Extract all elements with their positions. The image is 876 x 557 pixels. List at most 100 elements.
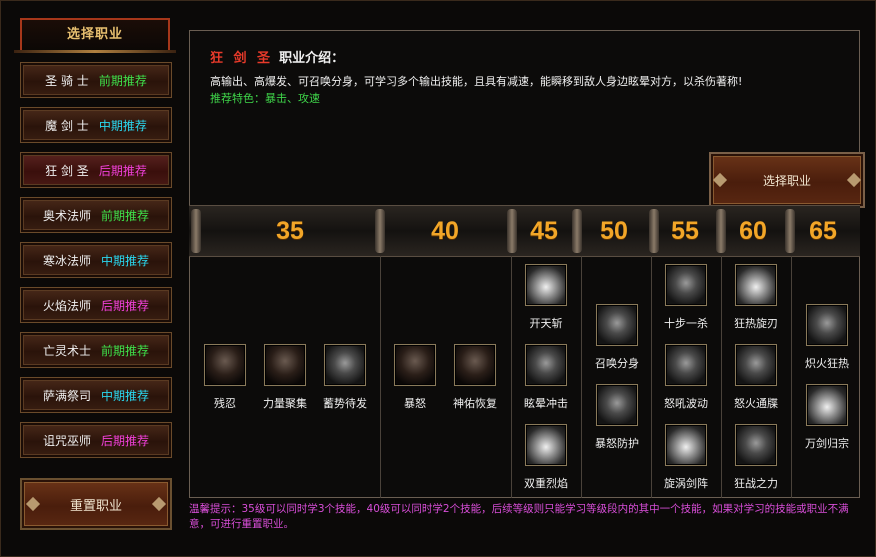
- class-button-berserker[interactable]: 狂 剑 圣后期推荐: [20, 152, 172, 188]
- class-description: 高输出、高爆发、可召唤分身，可学习多个输出技能，且具有减速，能瞬移到敌人身边眩晕…: [210, 75, 743, 88]
- select-class-button[interactable]: 选择职业: [709, 152, 865, 208]
- skill-name: 神佑恢复: [453, 397, 497, 410]
- class-button-arcane-mage[interactable]: 奥术法师 前期推荐: [20, 197, 172, 233]
- skill-column-35: 残忍 力量聚集 蓄势待发: [189, 256, 380, 498]
- class-button-shaman[interactable]: 萨满祭司 中期推荐: [20, 377, 172, 413]
- skill-charge-up[interactable]: 蓄势待发: [315, 344, 375, 411]
- level-35: 35: [276, 216, 304, 245]
- class-tag: 前期推荐: [101, 343, 150, 358]
- skill-name: 力量聚集: [263, 397, 307, 410]
- skill-summon-clone[interactable]: 召唤分身: [587, 304, 647, 371]
- skill-icon: [735, 264, 777, 306]
- skill-name: 怒吼波动: [664, 397, 708, 410]
- skill-double-flame[interactable]: 双重烈焰: [516, 424, 576, 491]
- skill-column-55: 十步一杀 怒吼波动 旋涡剑阵: [651, 256, 721, 498]
- skill-power-gather[interactable]: 力量聚集: [255, 344, 315, 411]
- skill-icon: [596, 384, 638, 426]
- skill-icon: [596, 304, 638, 346]
- skill-roar-wave[interactable]: 怒吼波动: [656, 344, 716, 411]
- select-class-label: 选择职业: [762, 173, 811, 188]
- skill-icon: [735, 424, 777, 466]
- bar-knot: [191, 209, 201, 253]
- level-60: 60: [739, 216, 767, 245]
- class-list: 圣 骑 士前期推荐 魔 剑 士中期推荐 狂 剑 圣后期推荐 奥术法师 前期推荐 寒…: [20, 62, 172, 467]
- title-divider: [14, 50, 176, 53]
- skill-blazing-frenzy[interactable]: 炽火狂热: [797, 304, 857, 371]
- gem-ornament: [151, 496, 167, 512]
- class-name: 诅咒巫师: [42, 433, 91, 448]
- class-name: 萨满祭司: [42, 388, 91, 403]
- gem-ornament: [846, 172, 862, 188]
- skill-icon: [806, 304, 848, 346]
- class-button-frost-mage[interactable]: 寒冰法师 中期推荐: [20, 242, 172, 278]
- skill-divine-recovery[interactable]: 神佑恢复: [445, 344, 505, 411]
- class-name: 亡灵术士: [42, 343, 91, 358]
- skill-name: 召唤分身: [595, 357, 639, 370]
- skill-icon: [665, 344, 707, 386]
- recommended-features: 推荐特色：暴击、攻速: [210, 92, 320, 105]
- selected-class-name: 狂 剑 圣: [210, 51, 274, 66]
- level-40: 40: [431, 216, 459, 245]
- skill-icon: [665, 264, 707, 306]
- class-name: 魔 剑 士: [45, 118, 89, 133]
- skill-name: 旋涡剑阵: [664, 477, 708, 490]
- level-55: 55: [671, 216, 699, 245]
- class-button-magic-swordsman[interactable]: 魔 剑 士中期推荐: [20, 107, 172, 143]
- skill-name: 怒火通牒: [734, 397, 778, 410]
- class-tag: 前期推荐: [98, 73, 147, 88]
- skill-name: 眩晕冲击: [524, 397, 568, 410]
- skill-icon: [525, 344, 567, 386]
- class-button-curse-wizard[interactable]: 诅咒巫师 后期推荐: [20, 422, 172, 458]
- bar-knot: [507, 209, 517, 253]
- bar-knot: [375, 209, 385, 253]
- skill-war-might[interactable]: 狂战之力: [726, 424, 786, 491]
- skill-name: 炽火狂热: [805, 357, 849, 370]
- skill-name: 暴怒防护: [595, 437, 639, 450]
- level-50: 50: [600, 216, 628, 245]
- gem-ornament: [25, 496, 41, 512]
- class-name: 火焰法师: [42, 298, 91, 313]
- class-button-paladin[interactable]: 圣 骑 士前期推荐: [20, 62, 172, 98]
- skill-vortex-sword[interactable]: 旋涡剑阵: [656, 424, 716, 491]
- class-button-necromancer[interactable]: 亡灵术士 前期推荐: [20, 332, 172, 368]
- class-list-title: 选择职业: [20, 18, 170, 52]
- skill-stun-strike[interactable]: 眩晕冲击: [516, 344, 576, 411]
- class-name: 狂 剑 圣: [45, 163, 89, 178]
- skill-name: 残忍: [214, 397, 236, 410]
- skill-column-65: 炽火狂热 万剑归宗: [791, 256, 860, 498]
- skill-name: 暴怒: [404, 397, 426, 410]
- skill-ten-step-kill[interactable]: 十步一杀: [656, 264, 716, 331]
- skill-heaven-split[interactable]: 开天斩: [516, 264, 576, 331]
- skill-name: 十步一杀: [664, 317, 708, 330]
- skill-rage[interactable]: 暴怒: [385, 344, 445, 411]
- intro-heading: 狂 剑 圣职业介绍：: [210, 47, 344, 66]
- skill-cruelty[interactable]: 残忍: [195, 344, 255, 411]
- skill-column-45: 开天斩 眩晕冲击 双重烈焰: [511, 256, 581, 498]
- skill-icon: [394, 344, 436, 386]
- skill-ten-thousand-swords[interactable]: 万剑归宗: [797, 384, 857, 451]
- skill-fury-ultimatum[interactable]: 怒火通牒: [726, 344, 786, 411]
- class-tag: 中期推荐: [101, 388, 150, 403]
- class-tag: 后期推荐: [101, 433, 150, 448]
- skill-rage-guard[interactable]: 暴怒防护: [587, 384, 647, 451]
- class-tag: 后期推荐: [101, 298, 150, 313]
- skill-frenzy-blade[interactable]: 狂热旋刃: [726, 264, 786, 331]
- skill-icon: [806, 384, 848, 426]
- class-name: 寒冰法师: [42, 253, 91, 268]
- skill-icon: [204, 344, 246, 386]
- level-bar: 35 40 45 50 55 60 65: [189, 205, 860, 257]
- class-tag: 中期推荐: [101, 253, 150, 268]
- skill-name: 双重烈焰: [524, 477, 568, 490]
- class-tag: 前期推荐: [101, 208, 150, 223]
- class-tag: 中期推荐: [98, 118, 147, 133]
- class-name: 圣 骑 士: [45, 73, 89, 88]
- class-button-fire-mage[interactable]: 火焰法师 后期推荐: [20, 287, 172, 323]
- skill-name: 狂战之力: [734, 477, 778, 490]
- skill-icon: [454, 344, 496, 386]
- level-45: 45: [530, 216, 558, 245]
- skill-column-40: 暴怒 神佑恢复: [380, 256, 511, 498]
- level-65: 65: [809, 216, 837, 245]
- tip-text: 温馨提示：35级可以同时学3个技能，40级可以同时学2个技能，后续等级则只能学习…: [189, 503, 849, 530]
- gem-ornament: [712, 172, 728, 188]
- reset-class-button[interactable]: 重置职业: [20, 478, 172, 530]
